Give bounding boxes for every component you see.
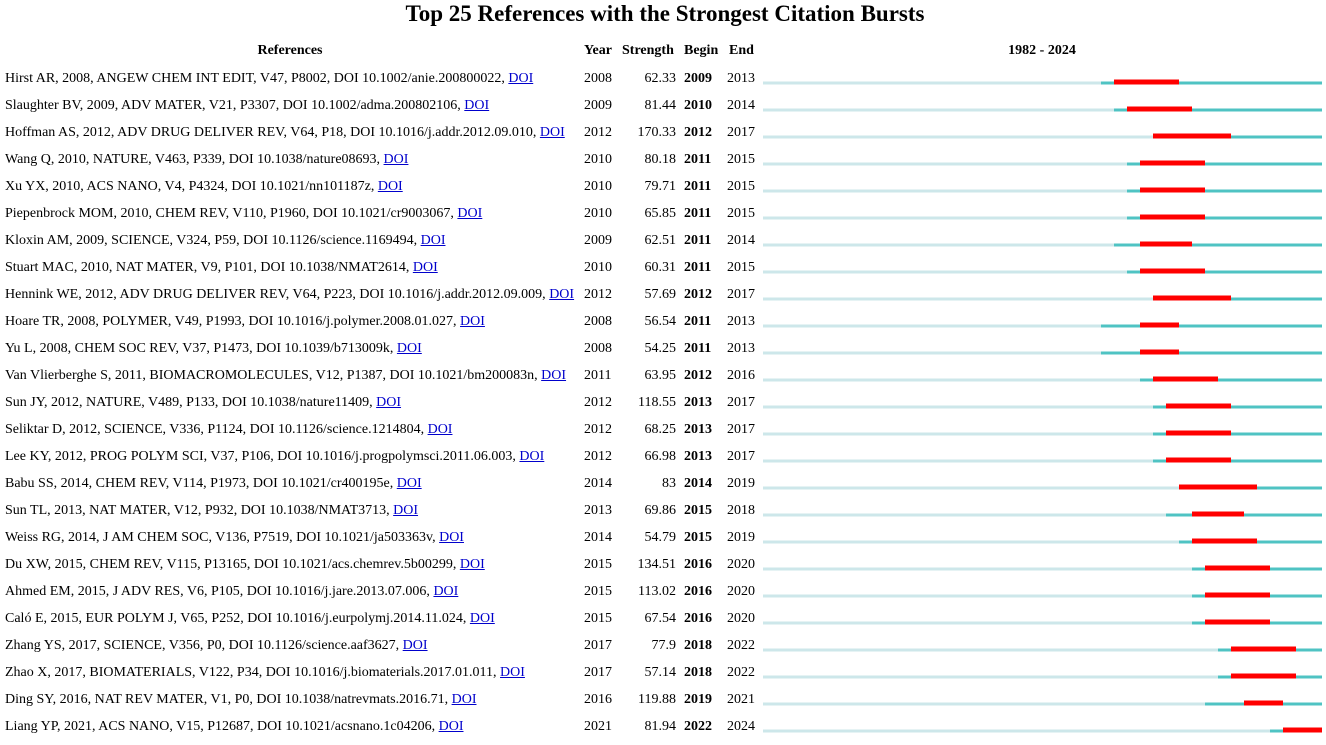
burst-timeline [763,79,1322,733]
